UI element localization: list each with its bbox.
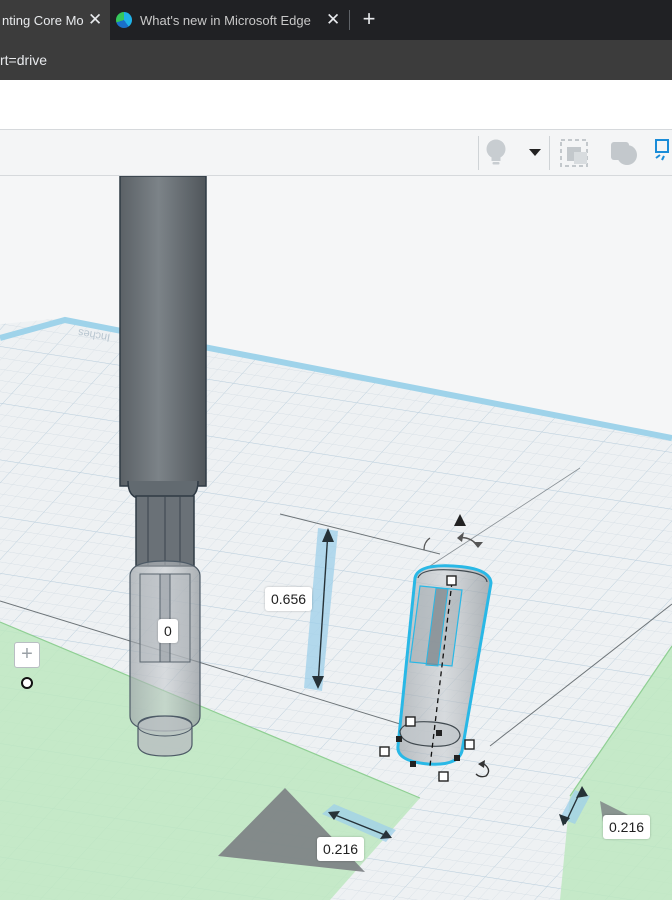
address-text: rt=drive bbox=[0, 52, 48, 68]
app-header bbox=[0, 80, 672, 130]
browser-tab-bar: nting Core Molc ✕ What's new in Microsof… bbox=[0, 0, 672, 40]
group-icon[interactable] bbox=[608, 138, 640, 168]
3d-viewport[interactable]: Inches 0.656 0 0.216 0.216 + bbox=[0, 176, 672, 900]
lightbulb-icon[interactable] bbox=[483, 138, 509, 168]
tab-active[interactable]: nting Core Molc ✕ bbox=[0, 0, 110, 40]
elevation-dimension-label[interactable]: 0 bbox=[158, 619, 178, 643]
tab-title: nting Core Molc bbox=[2, 12, 84, 28]
tab-separator bbox=[349, 10, 350, 30]
align-icon[interactable] bbox=[559, 138, 591, 168]
width-dimension-label[interactable]: 0.216 bbox=[317, 837, 365, 861]
new-tab-button[interactable]: + bbox=[358, 8, 380, 30]
dropdown-arrow-icon[interactable] bbox=[528, 148, 542, 158]
workplane-icon[interactable] bbox=[654, 136, 672, 170]
tab-edge-news[interactable]: What's new in Microsoft Edge ✕ bbox=[110, 0, 350, 40]
address-bar[interactable]: rt=drive bbox=[0, 40, 672, 80]
toolbar-divider bbox=[549, 136, 550, 170]
edge-icon bbox=[116, 12, 132, 28]
close-icon[interactable]: ✕ bbox=[326, 11, 340, 28]
toolbar-divider bbox=[478, 136, 479, 170]
height-dimension-label[interactable]: 0.656 bbox=[265, 587, 313, 611]
depth-dimension-label[interactable]: 0.216 bbox=[603, 815, 651, 839]
tab-title: What's new in Microsoft Edge bbox=[140, 13, 311, 28]
close-icon[interactable]: ✕ bbox=[88, 11, 102, 28]
editor-toolbar bbox=[0, 130, 672, 176]
add-note-button[interactable]: + bbox=[14, 642, 40, 668]
note-pin-dot[interactable] bbox=[21, 677, 33, 689]
workplane-grid: Inches bbox=[0, 176, 672, 900]
